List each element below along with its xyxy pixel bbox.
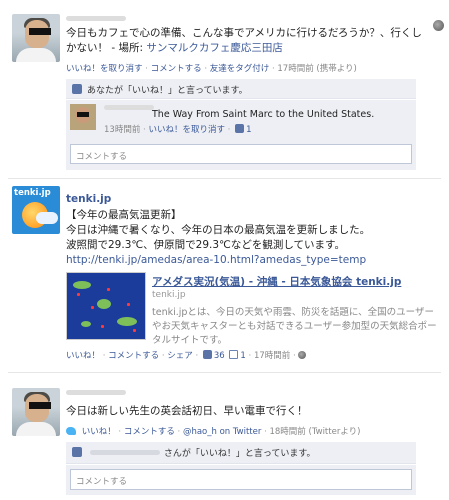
like-link[interactable]: いいね！ bbox=[66, 351, 100, 361]
cloud-icon bbox=[36, 212, 58, 224]
link-thumbnail[interactable] bbox=[66, 272, 146, 340]
blurred-author-name bbox=[66, 390, 126, 395]
post-actions: いいね！ · コメントする · シェア · 36 1 · 17時間前 · bbox=[66, 349, 307, 361]
unlike-link[interactable]: いいね！を取り消す bbox=[66, 64, 143, 74]
blurred-author-name bbox=[66, 16, 126, 21]
blurred-liker-name bbox=[89, 450, 160, 455]
globe-icon[interactable] bbox=[298, 351, 307, 359]
author-name[interactable]: tenki.jp bbox=[66, 193, 111, 205]
like-summary-text: あなたが「いいね！」と言っています。 bbox=[87, 86, 248, 96]
comment-placeholder: コメントする bbox=[76, 152, 128, 162]
twitter-icon bbox=[66, 427, 76, 435]
comment-count[interactable]: 1 bbox=[240, 351, 245, 361]
comment-link[interactable]: コメントする bbox=[108, 351, 159, 361]
logo-text: tenki.jp bbox=[14, 188, 51, 198]
post-text: 【今年の最高気温更新】 今日は沖縄で暑くなり、今年の日本の最高気温を更新しました… bbox=[66, 208, 436, 268]
blurred-commenter-name bbox=[104, 105, 154, 110]
comment-input[interactable]: コメントする bbox=[70, 144, 412, 164]
tag-friends-link[interactable]: 友達をタグ付け bbox=[210, 64, 270, 74]
timestamp[interactable]: 17時間前 bbox=[277, 64, 313, 74]
comment-input[interactable]: コメントする bbox=[70, 469, 412, 490]
post-line-2: 今日は沖縄で暑くなり、今年の日本の最高気温を更新しました。 bbox=[66, 224, 371, 236]
place-link[interactable]: サンマルクカフェ慶応三田店 bbox=[146, 42, 283, 54]
thumbs-up-icon bbox=[235, 124, 245, 133]
like-count[interactable]: 36 bbox=[214, 351, 225, 361]
globe-icon[interactable] bbox=[433, 20, 444, 31]
comment-unlike-link[interactable]: いいね！を取り消す bbox=[148, 125, 225, 135]
comment-timestamp[interactable]: 13時間前 bbox=[104, 125, 140, 135]
comment-icon bbox=[229, 350, 239, 359]
divider bbox=[8, 372, 441, 373]
comment-text: The Way From Saint Marc to the United St… bbox=[152, 109, 375, 120]
like-summary: さんが「いいね！」と言っています。 bbox=[66, 442, 416, 464]
like-link[interactable]: いいね！ bbox=[82, 427, 116, 437]
thumbs-up-icon bbox=[72, 447, 82, 457]
link-description: tenki.jpとは、今日の天気や雨雲、防災を話題に、全国のユーザーやお天気キャ… bbox=[152, 307, 437, 346]
like-summary-text: さんが「いいね！」と言っています。 bbox=[163, 449, 316, 459]
post-actions: いいね！ · コメントする · @hao_h on Twitter · 18時間… bbox=[66, 425, 360, 437]
user-avatar[interactable] bbox=[12, 388, 60, 436]
via-label: (Twitterより) bbox=[308, 427, 361, 437]
comment-actions: 13時間前 · いいね！を取り消す · 1 bbox=[104, 124, 252, 135]
post-line-3: 波照間で29.3℃、伊原間で29.3℃などを観測しています。 bbox=[66, 239, 345, 251]
via-label: (携帯より) bbox=[316, 64, 357, 74]
divider bbox=[8, 178, 441, 179]
user-avatar[interactable] bbox=[12, 14, 60, 62]
comment-like-count[interactable]: 1 bbox=[246, 125, 251, 135]
commenter-avatar[interactable] bbox=[70, 104, 96, 130]
twitter-link[interactable]: @hao_h on Twitter bbox=[183, 427, 261, 437]
post-actions: いいね！を取り消す · コメントする · 友達をタグ付け · 17時間前 (携帯… bbox=[66, 64, 357, 74]
comment-placeholder: コメントする bbox=[76, 477, 128, 487]
thumbs-up-icon bbox=[72, 84, 82, 94]
share-link[interactable]: シェア bbox=[167, 351, 193, 361]
author-name-wrap: tenki.jp bbox=[66, 192, 111, 207]
post-url[interactable]: http://tenki.jp/amedas/area-10.html?amed… bbox=[66, 254, 366, 266]
link-domain: tenki.jp bbox=[152, 290, 186, 300]
comment-link[interactable]: コメントする bbox=[151, 64, 202, 74]
post-line-1: 【今年の最高気温更新】 bbox=[66, 209, 182, 221]
timestamp[interactable]: 17時間前 bbox=[254, 351, 290, 361]
timestamp[interactable]: 18時間前 bbox=[269, 427, 305, 437]
post-message: 今日は新しい先生の英会話初日、早い電車で行く！ bbox=[66, 405, 308, 417]
like-summary: あなたが「いいね！」と言っています。 bbox=[66, 79, 416, 99]
comment-link[interactable]: コメントする bbox=[124, 427, 175, 437]
thumbs-up-icon bbox=[202, 350, 212, 359]
tenki-logo[interactable]: tenki.jp bbox=[12, 186, 60, 234]
link-title[interactable]: アメダス実況(気温) - 沖縄 - 日本気象協会 tenki.jp bbox=[152, 274, 401, 289]
post-text: 今日もカフェで心の準備、こんな事でアメリカに行けるだろうか？、行くしかない！ -… bbox=[66, 26, 428, 56]
